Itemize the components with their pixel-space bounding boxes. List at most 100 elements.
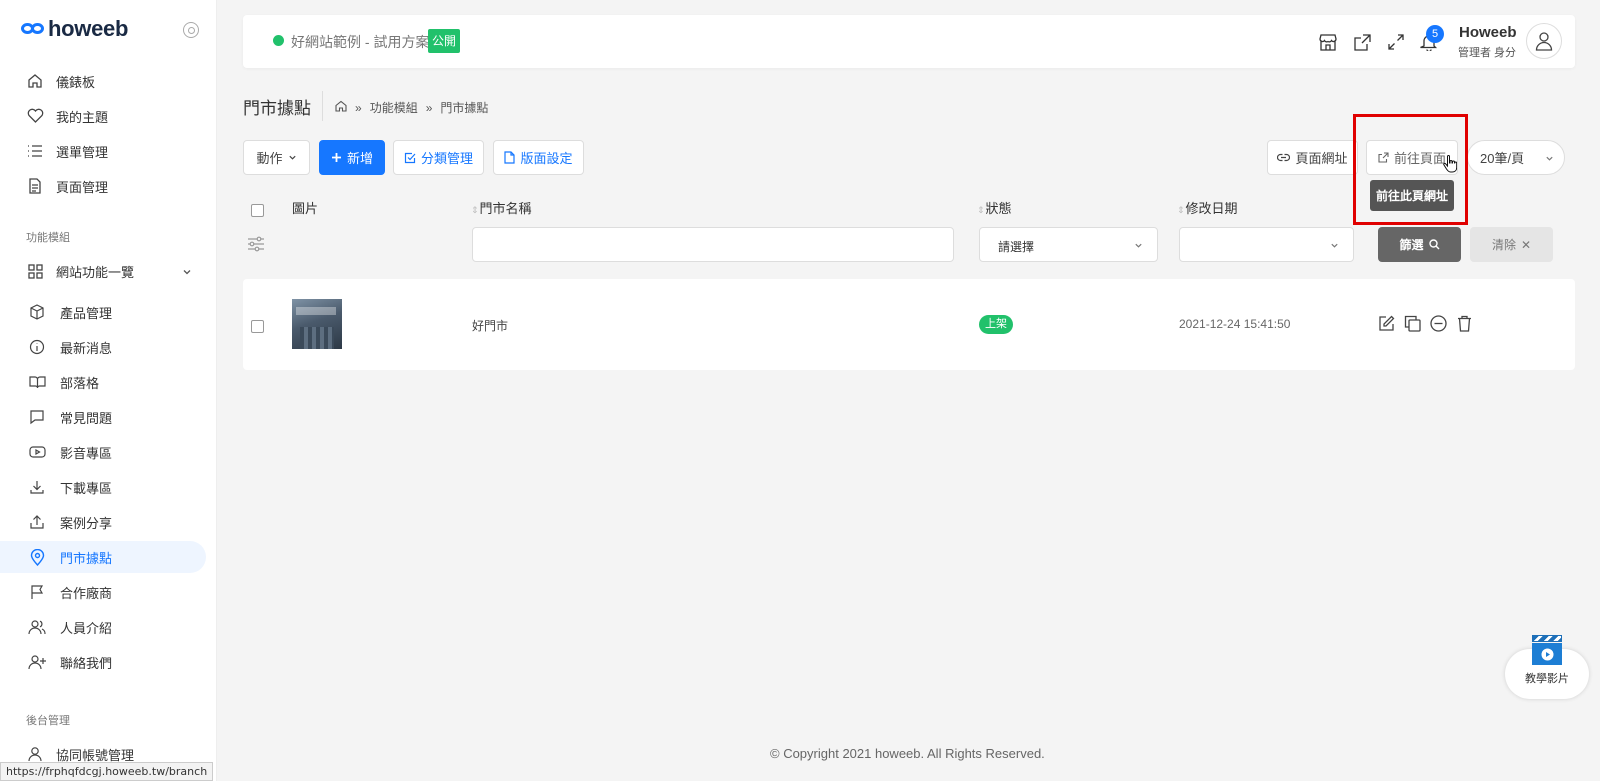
flag-icon <box>28 583 46 601</box>
box-icon <box>28 303 46 321</box>
sort-icon: ⇕ <box>1177 205 1185 215</box>
breadcrumb-item[interactable]: 功能模組 <box>370 99 418 116</box>
notification-count-badge: 5 <box>1426 25 1444 43</box>
column-header-label: 狀態 <box>985 201 1012 216</box>
clear-button[interactable]: 清除 ✕ <box>1470 227 1553 262</box>
sidebar-item-cases[interactable]: 案例分享 <box>0 506 206 538</box>
sidebar-item-video[interactable]: 影音專區 <box>0 436 206 468</box>
column-header-label: 門市名稱 <box>479 201 532 216</box>
home-icon[interactable] <box>335 100 347 115</box>
sidebar-item-label: 部落格 <box>60 375 100 391</box>
chat-icon <box>28 408 46 426</box>
sidebar-item-faq[interactable]: 常見問題 <box>0 401 206 433</box>
logo-icon <box>21 22 45 36</box>
avatar[interactable] <box>1526 23 1562 59</box>
sidebar-item-contact[interactable]: 聯絡我們 <box>0 646 206 678</box>
sidebar-item-label: 我的主題 <box>56 109 109 125</box>
sort-icon: ⇕ <box>471 205 479 215</box>
column-header-name[interactable]: ⇕門市名稱 <box>471 198 532 217</box>
logo-text: howeeb <box>48 16 129 41</box>
store-icon[interactable] <box>1317 31 1339 53</box>
sidebar-item-label: 下載專區 <box>60 480 113 496</box>
map-pin-icon <box>28 548 46 566</box>
add-button[interactable]: 新增 <box>319 140 385 175</box>
trash-icon[interactable] <box>1454 313 1474 333</box>
sidebar-item-label: 產品管理 <box>60 305 113 321</box>
user-name[interactable]: Howeeb <box>1459 24 1517 41</box>
sidebar-item-label: 最新消息 <box>60 340 113 356</box>
users-icon <box>28 618 46 636</box>
date-filter-select[interactable] <box>1179 227 1354 262</box>
per-page-select[interactable]: 20筆/頁 <box>1467 140 1565 175</box>
site-status-dot <box>273 35 284 46</box>
sidebar-item-news[interactable]: 最新消息 <box>0 331 206 363</box>
chevron-down-icon <box>1546 156 1553 161</box>
sidebar-item-partners[interactable]: 合作廠商 <box>0 576 206 608</box>
chevron-down-icon <box>1135 243 1142 248</box>
sidebar-item-downloads[interactable]: 下載專區 <box>0 471 206 503</box>
clapperboard-icon <box>1532 635 1562 665</box>
share-icon <box>28 513 46 531</box>
sidebar-item-products[interactable]: 產品管理 <box>0 296 206 328</box>
clear-label: 清除 <box>1491 238 1516 252</box>
tutorial-video-widget[interactable]: 教學影片 <box>1505 633 1589 699</box>
layout-button[interactable]: 版面設定 <box>493 140 584 175</box>
select-all-checkbox[interactable] <box>251 204 264 217</box>
sidebar-item-dashboard[interactable]: 儀錶板 <box>0 65 206 97</box>
sidebar-item-label: 聯絡我們 <box>60 655 113 671</box>
sidebar-group-site-features[interactable]: 網站功能一覽 <box>0 255 206 287</box>
sidebar-item-themes[interactable]: 我的主題 <box>0 100 206 132</box>
sidebar-item-pages[interactable]: 頁面管理 <box>0 170 206 202</box>
fullscreen-icon[interactable] <box>1385 31 1407 53</box>
sidebar-item-blog[interactable]: 部落格 <box>0 366 206 398</box>
public-badge: 公開 <box>428 29 461 53</box>
sidebar-item-menus[interactable]: 選單管理 <box>0 135 206 167</box>
external-link-icon[interactable] <box>1351 31 1373 53</box>
store-name-filter-input[interactable] <box>472 227 954 262</box>
breadcrumb-separator-icon: » <box>425 100 433 115</box>
chevron-down-icon <box>288 155 296 160</box>
status-bar-url: https://frphqfdcgj.howeeb.tw/branch <box>0 762 214 781</box>
sidebar-toggle-icon[interactable] <box>183 22 199 38</box>
page-url-label: 頁面網址 <box>1295 151 1348 166</box>
status-badge: 上架 <box>979 315 1013 334</box>
user-avatar-icon <box>1535 32 1553 51</box>
action-label: 動作 <box>256 151 283 166</box>
add-label: 新增 <box>346 151 373 166</box>
column-header-status[interactable]: ⇕狀態 <box>977 198 1012 217</box>
disable-icon[interactable] <box>1428 313 1448 333</box>
tutorial-label: 教學影片 <box>1525 673 1569 685</box>
edit-icon[interactable] <box>1376 313 1396 333</box>
status-filter-select[interactable]: 請選擇 <box>979 227 1158 262</box>
category-button[interactable]: 分類管理 <box>393 140 484 175</box>
logo[interactable]: howeeb <box>21 16 128 42</box>
title-divider <box>322 91 323 121</box>
sidebar-item-label: 合作廠商 <box>60 585 113 601</box>
column-header-modified[interactable]: ⇕修改日期 <box>1177 198 1238 217</box>
sidebar-item-label: 儀錶板 <box>56 74 96 90</box>
filter-settings-icon[interactable] <box>247 236 265 255</box>
sidebar-item-team[interactable]: 人員介紹 <box>0 611 206 643</box>
action-dropdown[interactable]: 動作 <box>243 140 310 175</box>
filter-button[interactable]: 篩選 <box>1378 227 1461 262</box>
top-bar: 好網站範例 - 試用方案 公開 5 Howeeb 管理者 身分 <box>243 15 1575 68</box>
book-icon <box>28 373 46 391</box>
sidebar-item-stores[interactable]: 門市據點 <box>0 541 206 573</box>
row-checkbox[interactable] <box>251 320 264 333</box>
table-row: 好門市 上架 2021-12-24 15:41:50 <box>243 279 1575 370</box>
category-label: 分類管理 <box>420 151 473 166</box>
sidebar-item-label: 選單管理 <box>56 144 109 160</box>
video-icon <box>28 443 46 461</box>
page-title: 門市據點 <box>243 99 311 118</box>
column-header-label: 修改日期 <box>1185 201 1238 216</box>
close-icon: ✕ <box>1520 237 1532 252</box>
sidebar-item-label: 頁面管理 <box>56 179 109 195</box>
info-icon <box>28 338 46 356</box>
link-icon <box>1277 153 1291 162</box>
store-thumbnail[interactable] <box>292 299 342 349</box>
page-url-button[interactable]: 頁面網址 <box>1267 140 1358 175</box>
footer-copyright: © Copyright 2021 howeeb. All Rights Rese… <box>770 746 1045 761</box>
filter-label: 篩選 <box>1399 238 1424 252</box>
copy-icon[interactable] <box>1402 313 1422 333</box>
site-name: 好網站範例 - 試用方案 <box>291 34 430 50</box>
